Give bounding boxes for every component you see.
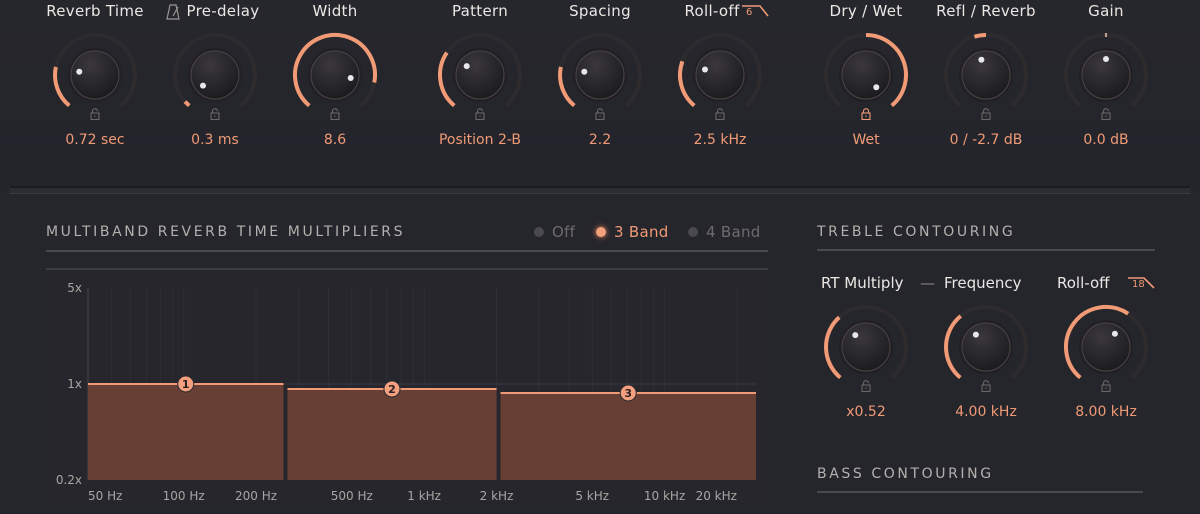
treble-title: TREBLE CONTOURING [817, 224, 1016, 240]
knob[interactable] [941, 30, 1031, 120]
radio-dot [534, 227, 544, 237]
lock-icon[interactable] [595, 108, 605, 120]
lock-icon[interactable] [330, 108, 340, 120]
lock-icon[interactable] [475, 108, 485, 120]
knob-indicator-dot [702, 66, 708, 73]
lock-icon[interactable] [981, 108, 991, 120]
knob-indicator-dot [1103, 56, 1109, 62]
knob[interactable] [1061, 30, 1151, 120]
knob-label: Dry / Wet [829, 2, 903, 20]
knob-value[interactable]: 8.00 kHz [1031, 404, 1181, 420]
band-number: 1 [182, 378, 190, 391]
knob-value[interactable]: 8.6 [260, 132, 410, 148]
radio-dot [688, 227, 698, 237]
y-tick-label: 1x [67, 377, 82, 391]
band-bar[interactable] [500, 392, 756, 480]
knob-indicator-dot [852, 332, 859, 339]
knob-label: Width [312, 2, 358, 20]
rolloff-slope-badge[interactable]: 6 [740, 4, 780, 20]
x-tick-label: 10 kHz [644, 489, 685, 503]
knob-indicator-dot [581, 68, 588, 75]
treble-knob-frequency[interactable]: 4.00 kHz [931, 272, 1041, 432]
knob[interactable] [941, 302, 1031, 392]
knob-reverb-time[interactable]: Reverb Time 0.72 sec [40, 0, 150, 160]
knob-dry-wet[interactable]: Dry / Wet Wet [811, 0, 921, 160]
section-divider [10, 186, 1190, 194]
multiband-rule [46, 250, 768, 252]
metronome-icon[interactable] [166, 4, 180, 20]
x-tick-label: 1 kHz [407, 489, 441, 503]
knob-label: Pattern [451, 2, 509, 20]
lock-icon[interactable] [981, 380, 991, 392]
treble-rule [817, 249, 1155, 251]
knob-indicator-dot [463, 63, 470, 70]
knob[interactable] [821, 302, 911, 392]
chart-svg: 5x 1x 0.2x 50 Hz 100 Hz 200 Hz 500 Hz 1 kHz 2 kH… [56, 281, 756, 503]
multiband-chart[interactable]: 5x 1x 0.2x 50 Hz 100 Hz 200 Hz 500 Hz 1 kHz 2 kH… [46, 268, 768, 503]
lock-icon[interactable] [1101, 108, 1111, 120]
knob-pattern[interactable]: Pattern Position 2-B [425, 0, 535, 160]
band-number: 3 [624, 387, 632, 400]
knob[interactable] [290, 30, 380, 120]
lock-icon[interactable] [90, 108, 100, 120]
knob-width[interactable]: Width 8.6 [280, 0, 390, 160]
band-bar[interactable] [88, 384, 284, 480]
knob-value[interactable]: 2.5 kHz [645, 132, 795, 148]
knob[interactable] [675, 30, 765, 120]
lock-icon[interactable] [1101, 380, 1111, 392]
x-tick-label: 2 kHz [480, 489, 514, 503]
knob[interactable] [1061, 302, 1151, 392]
x-tick-label: 50 Hz [88, 489, 122, 503]
bass-title: BASS CONTOURING [817, 466, 994, 482]
lock-icon[interactable] [715, 108, 725, 120]
treble-knob-roll-off[interactable]: 8.00 kHz [1051, 272, 1161, 432]
knob[interactable] [435, 30, 525, 120]
x-tick-label: 500 Hz [331, 489, 373, 503]
lock-icon[interactable] [210, 108, 220, 120]
x-tick-label: 200 Hz [235, 489, 277, 503]
knob-roll-off[interactable]: Roll-off 2.5 kHz [665, 0, 775, 160]
knob[interactable] [170, 30, 260, 120]
knob-value[interactable]: 0.0 dB [1031, 132, 1181, 148]
mode-3band-radio[interactable]: 3 Band [596, 223, 669, 241]
mode-off-radio[interactable]: Off [534, 223, 575, 241]
x-tick-label: 20 kHz [696, 489, 737, 503]
knob-indicator-dot [200, 82, 206, 89]
x-tick-label: 5 kHz [575, 489, 609, 503]
knob-gain[interactable]: Gain 0.0 dB [1051, 0, 1161, 160]
mode-4band-radio[interactable]: 4 Band [688, 223, 761, 241]
knob-indicator-dot [347, 75, 354, 81]
treble-knob-rt-multiply[interactable]: x0.52 [811, 272, 921, 432]
knob[interactable] [821, 30, 911, 120]
rolloff-slope-value: 6 [746, 7, 753, 18]
knob-pre-delay[interactable]: Pre-delay 0.3 ms [160, 0, 270, 160]
knob-label: Reverb Time [46, 2, 144, 20]
knob-indicator-dot [76, 68, 83, 75]
multiband-title: MULTIBAND REVERB TIME MULTIPLIERS [46, 224, 406, 240]
knob[interactable] [50, 30, 140, 120]
knob-indicator-dot [873, 84, 880, 91]
knob-indicator-dot [972, 331, 979, 338]
lock-icon[interactable] [861, 108, 871, 120]
knob[interactable] [555, 30, 645, 120]
knob-indicator-dot [1111, 330, 1118, 337]
radio-dot [596, 227, 606, 237]
y-tick-label: 0.2x [56, 473, 82, 487]
y-tick-label: 5x [67, 281, 82, 295]
band-number: 2 [388, 383, 396, 396]
lock-icon[interactable] [861, 380, 871, 392]
knob-label: Gain [1088, 2, 1124, 20]
knob-label: Refl / Reverb [936, 2, 1036, 20]
knob-indicator-dot [978, 56, 985, 63]
knob-refl-reverb[interactable]: Refl / Reverb 0 / -2.7 dB [931, 0, 1041, 160]
knob-label: Spacing [569, 2, 631, 20]
knob-label: Pre-delay [186, 2, 260, 20]
band-bar[interactable] [287, 388, 497, 480]
x-tick-label: 100 Hz [163, 489, 205, 503]
knob-spacing[interactable]: Spacing 2.2 [545, 0, 655, 160]
bass-rule [817, 491, 1143, 493]
